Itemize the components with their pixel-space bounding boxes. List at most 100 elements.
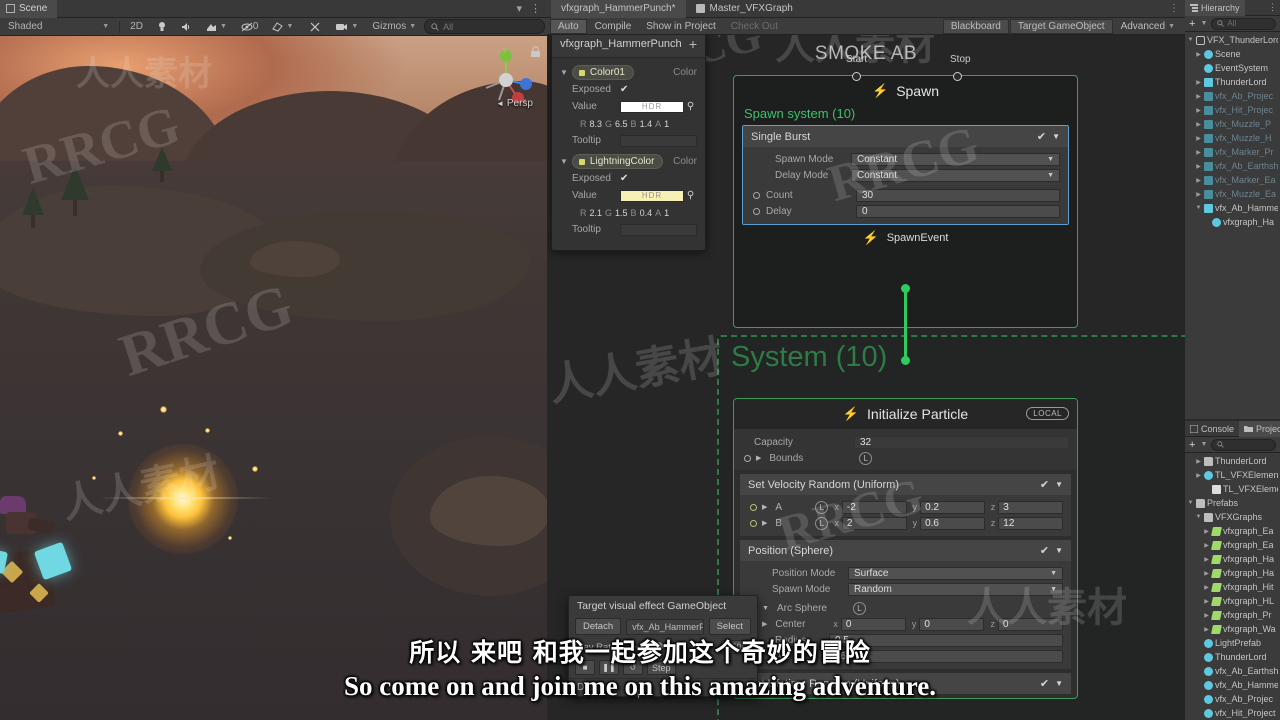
vector-b-z-input[interactable]: 12 bbox=[998, 516, 1063, 530]
tree-item[interactable]: vfx_Ab_Earthsh bbox=[1185, 664, 1280, 678]
select-button[interactable]: Select bbox=[708, 618, 751, 635]
tree-item[interactable]: TL_VFXElement bbox=[1185, 482, 1280, 496]
shading-mode-dropdown[interactable]: Shaded ▼ bbox=[2, 19, 115, 34]
tree-item[interactable]: ▼ Prefabs bbox=[1185, 496, 1280, 510]
block-enabled-checkbox[interactable]: ✔ bbox=[1040, 544, 1049, 557]
popup-object-row[interactable]: Detach vfx_Ab_HammerPunch > vfxgraph_Ham… bbox=[569, 616, 757, 637]
property-row[interactable]: Delay 0 bbox=[743, 203, 1068, 219]
play-rate-slider[interactable] bbox=[633, 642, 684, 651]
block-enabled-checkbox[interactable]: ✔ bbox=[1037, 130, 1046, 143]
stop-button[interactable]: ■ bbox=[575, 660, 595, 675]
chevron-down-icon[interactable]: ▼ bbox=[1055, 546, 1063, 555]
scene-search-input[interactable]: All bbox=[424, 19, 545, 34]
b-value[interactable]: 1.4 bbox=[640, 119, 653, 129]
delay-input[interactable]: 0 bbox=[856, 204, 1060, 218]
toggle-2d-button[interactable]: 2D bbox=[124, 19, 149, 34]
expand-arrow-icon[interactable]: ▶ bbox=[1203, 542, 1210, 549]
center-z-input[interactable]: 0 bbox=[997, 617, 1063, 631]
expand-arrow-icon[interactable]: ▶ bbox=[1203, 612, 1210, 619]
tree-item[interactable]: ▶ vfxgraph_Hit bbox=[1185, 580, 1280, 594]
color-swatch-field[interactable]: HDR bbox=[620, 100, 684, 113]
scene-audio-icon[interactable] bbox=[175, 19, 198, 34]
exposed-checkbox[interactable]: ✔ bbox=[620, 84, 628, 95]
collapse-arrow-icon[interactable]: ▼ bbox=[762, 605, 769, 612]
parameter-value-row[interactable]: Value HDR ⚲ bbox=[552, 187, 705, 204]
spawn-system-label[interactable]: Spawn system (10) bbox=[734, 106, 1077, 125]
vector-a-y-input[interactable]: 0.2 bbox=[920, 500, 985, 514]
hierarchy-add-button[interactable]: + ▼ bbox=[1189, 18, 1207, 30]
expand-arrow-icon[interactable]: ▶ bbox=[1203, 598, 1210, 605]
tree-item[interactable]: ▶ vfxgraph_HL bbox=[1185, 594, 1280, 608]
tree-item[interactable]: ▶ vfx_Hit_Projec bbox=[1185, 103, 1280, 117]
parameter-header-row[interactable]: ▼ LightningColor Color bbox=[552, 153, 705, 170]
tree-item[interactable]: ▶ vfx_Ab_Projec bbox=[1185, 89, 1280, 103]
tree-item[interactable]: ▶ vfx_Marker_Ea bbox=[1185, 173, 1280, 187]
tree-item[interactable]: ▶ ThunderLord bbox=[1185, 75, 1280, 89]
hidden-objects-toggle[interactable]: 0 bbox=[235, 19, 265, 34]
parameter-tooltip-row[interactable]: Tooltip bbox=[552, 132, 705, 149]
block-header[interactable]: Single Burst ✔ ▼ bbox=[743, 126, 1068, 147]
restart-button[interactable]: ↺ bbox=[623, 660, 643, 675]
spawn-mode-dropdown[interactable]: Constant ▼ bbox=[851, 152, 1060, 166]
chevron-down-icon[interactable]: ▼ bbox=[1055, 480, 1063, 489]
collapse-arrow-icon[interactable]: ▼ bbox=[1195, 514, 1202, 520]
initialize-particle-node[interactable]: ⚡ Initialize Particle LOCAL Capacity 32 … bbox=[733, 398, 1078, 699]
scene-camera-icon[interactable]: ▼ bbox=[329, 19, 364, 34]
bounds-row[interactable]: ▶ Bounds L bbox=[734, 450, 1077, 466]
capacity-row[interactable]: Capacity 32 bbox=[734, 434, 1077, 450]
tree-item[interactable]: ▶ vfxgraph_Ha bbox=[1185, 552, 1280, 566]
input-port[interactable] bbox=[750, 503, 757, 511]
tree-item[interactable]: ▶ vfxgraph_Ea bbox=[1185, 524, 1280, 538]
edge-output-port[interactable] bbox=[901, 284, 910, 293]
space-chip-local[interactable]: L bbox=[852, 601, 866, 615]
blackboard-parameter[interactable]: ▼ LightningColor Color Exposed ✔ Value H… bbox=[552, 151, 705, 240]
advanced-dropdown[interactable]: Advanced ▼ bbox=[1114, 19, 1182, 34]
expand-arrow-icon[interactable]: ▶ bbox=[1195, 135, 1202, 142]
tree-item[interactable]: ▶ TL_VFXElement bbox=[1185, 468, 1280, 482]
expand-arrow-icon[interactable]: ▶ bbox=[1203, 556, 1210, 563]
input-port[interactable] bbox=[753, 191, 760, 199]
space-chip-local[interactable]: L bbox=[815, 500, 829, 514]
expand-arrow-icon[interactable]: ▶ bbox=[1203, 584, 1210, 591]
maximize-icon[interactable]: ▾ bbox=[516, 2, 522, 15]
r-value[interactable]: 2.1 bbox=[590, 208, 603, 218]
expand-arrow-icon[interactable]: ▶ bbox=[1195, 163, 1202, 170]
chevron-down-icon[interactable]: ▼ bbox=[560, 157, 568, 166]
project-search-input[interactable] bbox=[1211, 438, 1276, 451]
space-badge[interactable]: LOCAL bbox=[1026, 407, 1069, 420]
center-y-input[interactable]: 0 bbox=[919, 617, 985, 631]
spawn-mode-dropdown[interactable]: Random ▼ bbox=[848, 582, 1063, 596]
expand-arrow-icon[interactable]: ▶ bbox=[1195, 107, 1202, 114]
property-row[interactable]: Spawn Mode Random ▼ bbox=[740, 581, 1071, 597]
block-header[interactable]: Set Lifetime Random (Uniform) ✔ ▼ bbox=[740, 673, 1071, 694]
expand-arrow-icon[interactable]: ▶ bbox=[762, 503, 767, 511]
collapse-arrow-icon[interactable]: ▼ bbox=[1187, 37, 1194, 43]
tree-item[interactable]: vfxgraph_Ha bbox=[1185, 215, 1280, 229]
parameter-header-row[interactable]: ▼ Color01 Color bbox=[552, 64, 705, 81]
hierarchy-search-input[interactable]: All bbox=[1211, 17, 1276, 30]
tree-item[interactable]: ▼ VFX_ThunderLord bbox=[1185, 33, 1280, 47]
vector-b-x-input[interactable]: 2 bbox=[841, 516, 907, 530]
slider-knob[interactable] bbox=[654, 642, 664, 651]
expand-arrow-icon[interactable]: ▶ bbox=[1195, 51, 1202, 58]
tree-item[interactable]: ▼ VFXGraphs bbox=[1185, 510, 1280, 524]
block-enabled-checkbox[interactable]: ✔ bbox=[1040, 677, 1049, 690]
play-pause-button[interactable]: ❚❚ bbox=[599, 660, 619, 675]
property-row[interactable]: Delay Mode Constant ▼ bbox=[743, 167, 1068, 183]
tree-item[interactable]: ▶ vfxgraph_Wa bbox=[1185, 622, 1280, 636]
target-gameobject-popup[interactable]: Target visual effect GameObject Detach v… bbox=[568, 595, 758, 699]
expand-arrow-icon[interactable]: ▶ bbox=[1195, 458, 1202, 465]
tree-item[interactable]: ▶ vfx_Muzzle_P bbox=[1185, 117, 1280, 131]
tree-item[interactable]: EventSystem bbox=[1185, 61, 1280, 75]
arc-input[interactable]: 363 bbox=[829, 649, 1063, 663]
radius-input[interactable]: 0.5 bbox=[829, 633, 1063, 647]
tree-item[interactable]: ▶ vfx_Muzzle_Ea bbox=[1185, 187, 1280, 201]
port-start[interactable] bbox=[852, 72, 861, 81]
tree-item[interactable]: LightPrefab bbox=[1185, 636, 1280, 650]
play-rate-preset-dropdown[interactable]: 150x bbox=[721, 640, 751, 654]
a-value[interactable]: 1 bbox=[664, 119, 669, 129]
debug-section-label[interactable]: Debug bbox=[569, 678, 757, 696]
port-stop[interactable] bbox=[953, 72, 962, 81]
property-row[interactable]: Count 30 bbox=[743, 187, 1068, 203]
tree-item[interactable]: vfx_Hit_Project bbox=[1185, 706, 1280, 720]
